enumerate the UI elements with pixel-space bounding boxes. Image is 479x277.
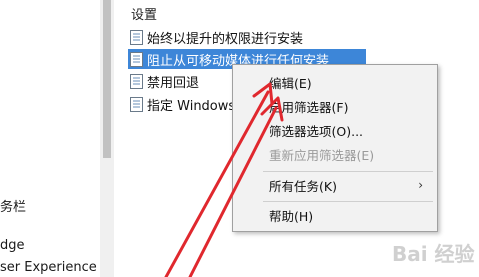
tree-scrollbar[interactable]	[100, 0, 114, 277]
baidu-watermark: Bai 经验	[376, 230, 476, 270]
policy-setting-icon	[130, 29, 143, 45]
policy-label: 指定 Windows	[147, 98, 236, 114]
menu-item-reapply-filter: 重新应用筛选器(E)	[269, 147, 375, 163]
menu-item-enable-filter[interactable]: 启用筛选器(F)	[233, 95, 437, 117]
settings-column-header[interactable]: 设置	[131, 4, 157, 23]
policy-label: 禁用回退	[147, 75, 200, 91]
scrollbar-thumb[interactable]	[103, 0, 111, 158]
policy-setting-icon	[130, 73, 143, 89]
policy-label: 始终以提升的权限进行安装	[147, 31, 304, 47]
menu-separator	[263, 171, 433, 172]
policy-row[interactable]: 始终以提升的权限进行安装	[128, 27, 303, 47]
policy-row[interactable]: 禁用回退	[128, 71, 199, 91]
menu-item-filter-options[interactable]: 筛选器选项(O)...	[233, 119, 437, 141]
context-menu: 编辑(E) 启用筛选器(F) 筛选器选项(O)... 重新应用筛选器(E) 所有…	[232, 64, 438, 232]
menu-item-edit[interactable]: 编辑(E)	[233, 71, 437, 93]
policy-setting-icon	[130, 51, 143, 67]
policy-row[interactable]: 指定 Windows	[128, 94, 235, 114]
tree-item-taskbar[interactable]: 务栏	[0, 196, 26, 215]
screenshot: 务栏 dge ser Experience V 设置 始终以提升的权限进行安装 …	[0, 0, 479, 277]
menu-separator	[263, 201, 433, 202]
watermark-text: Bai 经验	[392, 242, 475, 266]
chevron-right-icon: ›	[418, 178, 423, 192]
navigation-tree: 务栏 dge ser Experience V	[0, 0, 110, 277]
tree-item-user-experience[interactable]: ser Experience V	[0, 260, 110, 275]
menu-item-all-tasks[interactable]: 所有任务(K) ›	[233, 174, 437, 196]
tree-item-edge[interactable]: dge	[0, 238, 25, 253]
menu-item-help[interactable]: 帮助(H)	[233, 204, 437, 226]
policy-setting-icon	[130, 96, 143, 112]
